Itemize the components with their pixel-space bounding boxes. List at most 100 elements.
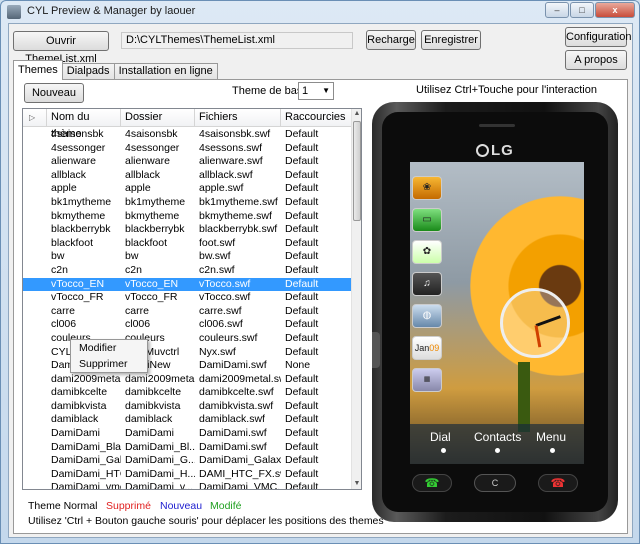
tab-themes[interactable]: Themes	[13, 60, 63, 80]
table-row[interactable]: DamiDami_vmc DamiDami_v... DamiDami_VMC...…	[23, 481, 353, 490]
table-row[interactable]: damiblack damiblack damiblack.swf Default	[23, 413, 353, 427]
cell-file: vTocco.swf	[199, 277, 251, 290]
analog-clock-widget[interactable]	[500, 288, 570, 358]
cell-folder: cl006	[125, 318, 151, 331]
widget-strip: ❀ ▭ ✿ ♫ ◍ Jan09 ▦	[412, 176, 446, 400]
phone-menu-dial[interactable]: Dial	[430, 430, 451, 444]
table-row[interactable]: DamiDami_HTC DamiDami_H... DAMI_HTC_FX.swf…	[23, 468, 353, 482]
end-call-button[interactable]: ☎	[538, 474, 578, 492]
cell-shortcut: Default	[285, 427, 319, 440]
scroll-thumb[interactable]	[353, 121, 361, 221]
cell-folder: damiblack	[125, 413, 173, 426]
table-row[interactable]: carre carre carre.swf Default	[23, 305, 353, 319]
calculator-icon[interactable]: ▦	[412, 368, 442, 392]
table-row[interactable]: bw bw bw.swf Default	[23, 250, 353, 264]
table-row[interactable]: vTocco_FR vTocco_FR vTocco.swf Default	[23, 291, 353, 305]
table-row[interactable]: DamiDami DamiDami DamiDami.swf Default	[23, 427, 353, 441]
phone-screen[interactable]: ❀ ▭ ✿ ♫ ◍ Jan09 ▦ Dial Contacts Menu	[410, 162, 584, 464]
configuration-button[interactable]: Configuration	[565, 27, 631, 47]
table-row[interactable]: cl006 cl006 cl006.swf Default	[23, 318, 353, 332]
cell-folder: DamiDami_H...	[125, 467, 195, 480]
save-button[interactable]: Enregistrer	[421, 30, 481, 50]
cell-file: DamiDami_Galax...	[199, 454, 281, 467]
calendar-icon[interactable]: Jan09	[412, 336, 442, 360]
column-header-shortcuts[interactable]: Raccourcies	[281, 109, 353, 127]
phone-menu-contacts[interactable]: Contacts	[474, 430, 521, 444]
themes-grid[interactable]: ▷ Nom du thème Dossier Fichiers Raccourc…	[22, 108, 362, 490]
maximize-button[interactable]: □	[570, 2, 594, 18]
cell-name: apple	[51, 182, 77, 195]
birthday-cake-icon[interactable]: ✿	[412, 240, 442, 264]
cell-shortcut: Default	[285, 440, 319, 453]
sort-arrow-icon[interactable]: ▷	[23, 109, 47, 127]
table-row[interactable]: DamiDami_Bla... DamiDami_Bl... DamiDami.sw…	[23, 441, 353, 455]
table-row[interactable]: blackfoot blackfoot foot.swf Default	[23, 237, 353, 251]
title-bar: CYL Preview & Manager by laouer – □ x	[1, 1, 639, 23]
music-icon[interactable]: ♫	[412, 272, 442, 296]
table-row[interactable]: 4sessonger 4sessonger 4sessons.swf Default	[23, 142, 353, 156]
cell-shortcut: Default	[285, 236, 319, 249]
column-header-files[interactable]: Fichiers	[195, 109, 281, 127]
phone-side-key	[372, 332, 380, 368]
scroll-down-icon[interactable]: ▼	[352, 479, 361, 489]
phone-menu-main[interactable]: Menu	[536, 430, 566, 444]
table-row[interactable]: DamiDami_Gal... DamiDami_G... DamiDami_Gal…	[23, 454, 353, 468]
table-row[interactable]: bkmytheme bkmytheme bkmytheme.swf Default	[23, 210, 353, 224]
cell-name: DamiDami_Bla...	[51, 440, 121, 453]
new-theme-button[interactable]: Nouveau	[24, 83, 84, 103]
cell-file: DAMI_HTC_FX.swf	[199, 467, 281, 480]
cell-shortcut: Default	[285, 481, 319, 490]
globe-icon[interactable]: ◍	[412, 304, 442, 328]
minimize-button[interactable]: –	[545, 2, 569, 18]
tab-online-install[interactable]: Installation en ligne	[113, 63, 218, 80]
table-row[interactable]: allblack allblack allblack.swf Default	[23, 169, 353, 183]
cell-folder: apple	[125, 182, 151, 195]
cell-folder: damibkcelte	[125, 386, 182, 399]
column-header-name[interactable]: Nom du thème	[47, 109, 121, 140]
cell-shortcut: Default	[285, 386, 319, 399]
about-button[interactable]: A propos	[565, 50, 627, 70]
clock-minute-hand	[534, 325, 542, 348]
table-row[interactable]: damibkvista damibkvista damibkvista.swf Def…	[23, 400, 353, 414]
battery-widget-icon[interactable]: ▭	[412, 208, 442, 232]
table-row[interactable]: bk1mytheme bk1mytheme bk1mytheme.swf Defaul…	[23, 196, 353, 210]
theme-base-value: 1	[302, 85, 309, 97]
recharge-button[interactable]: Recharge	[366, 30, 416, 50]
table-row[interactable]: vTocco_EN vTocco_EN vTocco.swf Default	[23, 277, 353, 292]
table-row[interactable]: apple apple apple.swf Default	[23, 182, 353, 196]
cell-folder: dami2009metal	[125, 372, 195, 385]
cell-shortcut: Default	[285, 304, 319, 317]
menu-dot	[550, 448, 555, 453]
photo-widget-icon[interactable]: ❀	[412, 176, 442, 200]
cell-file: damibkvista.swf	[199, 399, 274, 412]
cell-shortcut: Default	[285, 454, 319, 467]
table-row[interactable]: alienware alienware alienware.swf Default	[23, 155, 353, 169]
vertical-scrollbar[interactable]: ▲ ▼	[351, 109, 361, 489]
lg-logo-icon	[476, 144, 489, 157]
cell-shortcut: Default	[285, 318, 319, 331]
tab-dialpads[interactable]: Dialpads	[61, 63, 115, 80]
close-button[interactable]: x	[595, 2, 635, 18]
table-row[interactable]: dami2009metal dami2009metal dami2009metal.…	[23, 373, 353, 387]
cell-shortcut: Default	[285, 128, 319, 140]
open-themelist-button[interactable]: Ouvrir ThemeList.xml	[13, 31, 109, 65]
cell-file: allblack.swf	[199, 168, 253, 181]
theme-base-select[interactable]: 1 ▼	[298, 82, 334, 100]
context-menu-delete[interactable]: Supprimer	[71, 356, 147, 372]
table-row[interactable]: damibkcelte damibkcelte damibkcelte.swf Def…	[23, 386, 353, 400]
phone-preview[interactable]: LG ❀ ▭ ✿ ♫ ◍ Jan09 ▦ Dial Contacts Menu …	[372, 102, 618, 522]
scroll-up-icon[interactable]: ▲	[352, 109, 361, 119]
legend-new: Nouveau	[160, 500, 203, 512]
table-row[interactable]: c2n c2n c2n.swf Default	[23, 264, 353, 278]
table-row[interactable]: blackberrybk blackberrybk blackberrybk.swf…	[23, 223, 353, 237]
clear-button[interactable]: C	[474, 474, 516, 492]
theme-base-label: Theme de base	[232, 85, 309, 97]
context-menu-edit[interactable]: Modifier	[71, 340, 147, 356]
table-row[interactable]: 4saisonsbk 4saisonsbk 4saisonsbk.swf Defaul…	[23, 128, 353, 142]
call-button[interactable]: ☎	[412, 474, 452, 492]
cell-name: damibkvista	[51, 399, 107, 412]
legend-deleted: Supprimé	[106, 500, 151, 512]
chevron-down-icon: ▼	[322, 86, 330, 95]
column-header-folder[interactable]: Dossier	[121, 109, 195, 127]
cell-shortcut: Default	[285, 331, 319, 344]
